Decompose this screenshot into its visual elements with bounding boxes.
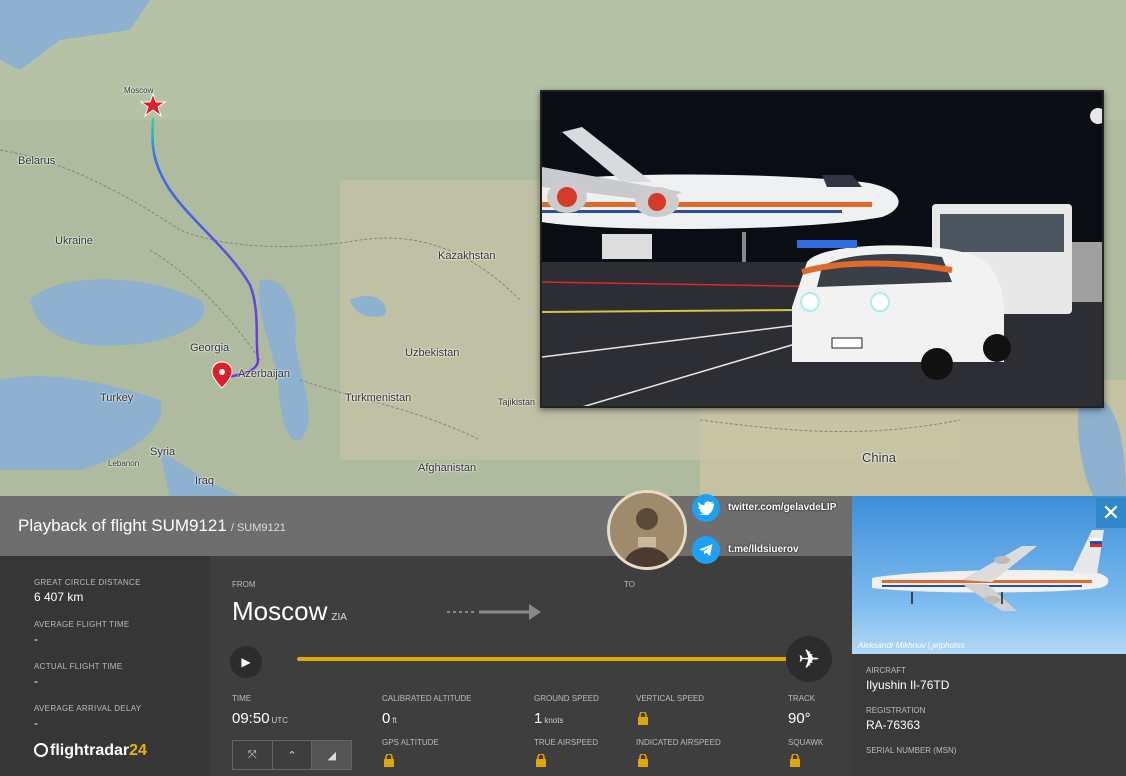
- map-label-moscow: Moscow: [124, 86, 154, 95]
- side-stats: GREAT CIRCLE DISTANCE 6 407 km AVERAGE F…: [0, 556, 210, 776]
- map-label-turkmenistan: Turkmenistan: [345, 392, 412, 404]
- calibrated-altitude-label: CALIBRATED ALTITUDE: [382, 694, 472, 703]
- photo-credit[interactable]: Aleksandr Mikhnov | jetphotos: [858, 641, 965, 650]
- 3d-view-button[interactable]: ◢: [312, 741, 352, 769]
- actual-flight-time-label: ACTUAL FLIGHT TIME: [34, 662, 123, 671]
- to-label: TO: [624, 580, 635, 589]
- twitter-bird-icon: [698, 501, 714, 515]
- avatar: [607, 490, 687, 570]
- avg-flight-time-label: AVERAGE FLIGHT TIME: [34, 620, 130, 629]
- map-label-belarus: Belarus: [18, 155, 56, 167]
- indicated-airspeed-label: INDICATED AIRSPEED: [636, 738, 721, 747]
- origin-code: ZIA: [331, 612, 347, 623]
- vertical-speed-label: VERTICAL SPEED: [636, 694, 705, 703]
- serial-number-label: SERIAL NUMBER (MSN): [866, 746, 957, 755]
- map-label-kazakhstan: Kazakhstan: [438, 250, 496, 262]
- avg-flight-time-value: -: [34, 632, 38, 646]
- origin-city-name: Moscow: [232, 596, 328, 626]
- emergency-aircraft-photo: [540, 90, 1104, 408]
- map-label-afghanistan: Afghanistan: [418, 462, 477, 474]
- lock-icon: [638, 712, 648, 725]
- ground-speed-label: GROUND SPEED: [534, 694, 599, 703]
- aircraft-photo[interactable]: Aleksandr Mikhnov | jetphotos: [852, 496, 1126, 654]
- route-view-button[interactable]: ⤧: [233, 741, 273, 769]
- lock-icon: [790, 754, 800, 767]
- time-value-text: 09:50: [232, 710, 270, 727]
- altitude-view-button[interactable]: ⌃: [273, 741, 313, 769]
- panel-header: Playback of flight SUM9121/ SUM9121: [0, 496, 852, 556]
- flight-info-panel: Playback of flight SUM9121/ SUM9121 GREA…: [0, 496, 852, 776]
- gc-distance-label: GREAT CIRCLE DISTANCE: [34, 578, 141, 587]
- play-icon: ▶: [241, 655, 251, 669]
- route-arrow-icon: [447, 604, 541, 620]
- gc-distance-value: 6 407 km: [34, 590, 84, 604]
- avg-arrival-delay-value: -: [34, 716, 38, 730]
- calibrated-altitude-value: 0 ft: [382, 710, 397, 727]
- photo-illustration: [542, 92, 1102, 406]
- twitter-handle[interactable]: twitter.com/gelavdeLIP: [728, 502, 836, 513]
- flight-title-text: Playback of flight SUM9121: [18, 516, 227, 535]
- telegram-icon[interactable]: [692, 536, 720, 564]
- radar-icon: [34, 743, 48, 757]
- track-value: 90°: [788, 710, 811, 727]
- map-label-syria: Syria: [150, 446, 176, 458]
- origin-city[interactable]: Moscow ZIA: [232, 596, 347, 627]
- telegram-plane-icon: [699, 544, 713, 556]
- flight-title: Playback of flight SUM9121/ SUM9121: [18, 516, 286, 536]
- gps-altitude-label: GPS ALTITUDE: [382, 738, 439, 747]
- lock-icon: [536, 754, 546, 767]
- avatar-illustration: [610, 493, 684, 567]
- map-view-controls: ⤧ ⌃ ◢: [232, 740, 352, 770]
- registration-label: REGISTRATION: [866, 706, 926, 715]
- brand-name: flightradar: [50, 742, 130, 759]
- playback-progress[interactable]: [297, 657, 802, 661]
- aircraft-type-value: Ilyushin Il-76TD: [866, 678, 950, 692]
- flight-callsign: / SUM9121: [230, 522, 286, 534]
- close-button[interactable]: ✕: [1096, 498, 1126, 528]
- aircraft-type-label: AIRCRAFT: [866, 666, 906, 675]
- flightradar24-logo[interactable]: flightradar24: [34, 742, 147, 760]
- play-button[interactable]: ▶: [230, 646, 262, 678]
- lock-icon: [638, 754, 648, 767]
- map-label-ukraine: Ukraine: [55, 235, 93, 247]
- registration-value[interactable]: RA-76363: [866, 718, 920, 732]
- true-airspeed-label: TRUE AIRSPEED: [534, 738, 599, 747]
- brand-number: 24: [129, 742, 147, 759]
- flightradar-playback-screen: Moscow Belarus Ukraine Kazakhstan Georgi…: [0, 0, 1126, 776]
- twitter-icon[interactable]: [692, 494, 720, 522]
- aircraft-end-icon[interactable]: ✈: [786, 636, 832, 682]
- map-label-lebanon: Lebanon: [108, 459, 140, 468]
- time-value: 09:50 UTC: [232, 710, 288, 727]
- map-label-iraq: Iraq: [195, 475, 214, 487]
- map-label-azerbaijan: Azerbaijan: [238, 368, 290, 380]
- squawk-label: SQUAWK: [788, 738, 824, 747]
- track-label: TRACK: [788, 694, 816, 703]
- map-label-china: China: [862, 450, 896, 465]
- from-label: FROM: [232, 580, 256, 589]
- aircraft-card: Aleksandr Mikhnov | jetphotos AIRCRAFT I…: [852, 496, 1126, 776]
- time-label: TIME: [232, 694, 252, 703]
- ground-speed-value: 1 knots: [534, 710, 563, 727]
- map-label-uzbekistan: Uzbekistan: [405, 347, 460, 359]
- map-label-tajikistan: Tajikistan: [498, 397, 536, 407]
- ground-speed-unit: knots: [544, 716, 564, 725]
- map-label-georgia: Georgia: [190, 342, 230, 354]
- actual-flight-time-value: -: [34, 674, 38, 688]
- time-unit: UTC: [271, 716, 288, 725]
- ground-speed-text: 1: [534, 710, 543, 727]
- calibrated-altitude-text: 0: [382, 710, 391, 727]
- avg-arrival-delay-label: AVERAGE ARRIVAL DELAY: [34, 704, 142, 713]
- telegram-handle[interactable]: t.me/lldsiuerov: [728, 544, 799, 555]
- map-label-turkey: Turkey: [100, 392, 134, 404]
- lock-icon: [384, 754, 394, 767]
- calibrated-altitude-unit: ft: [392, 716, 397, 725]
- aircraft-illustration: [872, 530, 1109, 611]
